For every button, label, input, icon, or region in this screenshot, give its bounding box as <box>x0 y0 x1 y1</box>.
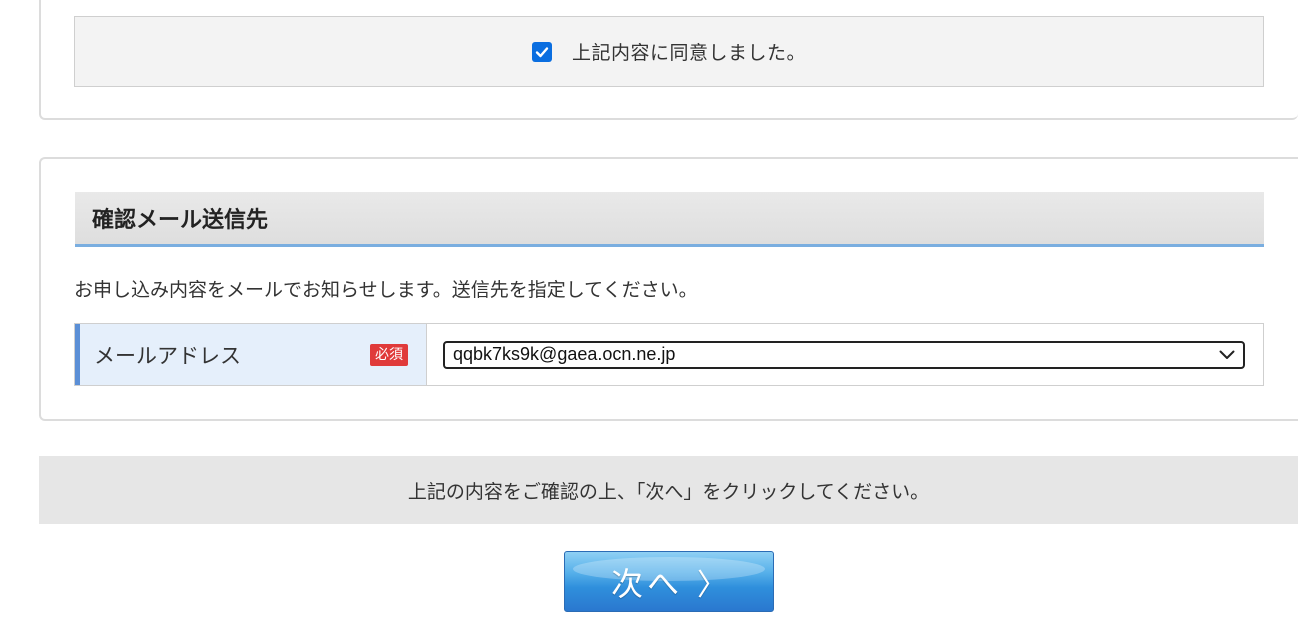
agreement-checkbox[interactable] <box>531 41 552 62</box>
email-select[interactable]: qqbk7ks9k@gaea.ocn.ne.jp <box>443 340 1245 369</box>
mail-description: お申し込み内容をメールでお知らせします。送信先を指定してください。 <box>74 279 698 301</box>
email-input-cell: qqbk7ks9k@gaea.ocn.ne.jp <box>427 324 1263 385</box>
next-button[interactable]: 次へ 〉 <box>564 551 774 612</box>
instruction-bar: 上記の内容をご確認の上、「次へ」をクリックしてください。 <box>39 456 1298 524</box>
email-row: メールアドレス 必須 qqbk7ks9k@gaea.ocn.ne.jp <box>74 323 1264 386</box>
next-button-label: 次へ <box>610 564 683 603</box>
chevron-down-icon <box>1219 350 1235 359</box>
chevron-right-icon: 〉 <box>697 567 727 603</box>
instruction-text: 上記の内容をご確認の上、「次へ」をクリックしてください。 <box>407 480 930 503</box>
section-header: 確認メール送信先 <box>75 192 1264 247</box>
section-title: 確認メール送信先 <box>92 208 269 233</box>
email-select-value: qqbk7ks9k@gaea.ocn.ne.jp <box>453 344 676 364</box>
required-badge: 必須 <box>370 343 408 366</box>
checkmark-icon <box>535 46 549 57</box>
email-label: メールアドレス <box>94 343 241 368</box>
agreement-label[interactable]: 上記内容に同意しました。 <box>572 38 806 65</box>
page: 上記内容に同意しました。 確認メール送信先 お申し込み内容をメールでお知らせしま… <box>0 0 1298 635</box>
email-label-cell: メールアドレス 必須 <box>75 324 427 385</box>
agreement-box: 上記内容に同意しました。 <box>74 16 1264 87</box>
